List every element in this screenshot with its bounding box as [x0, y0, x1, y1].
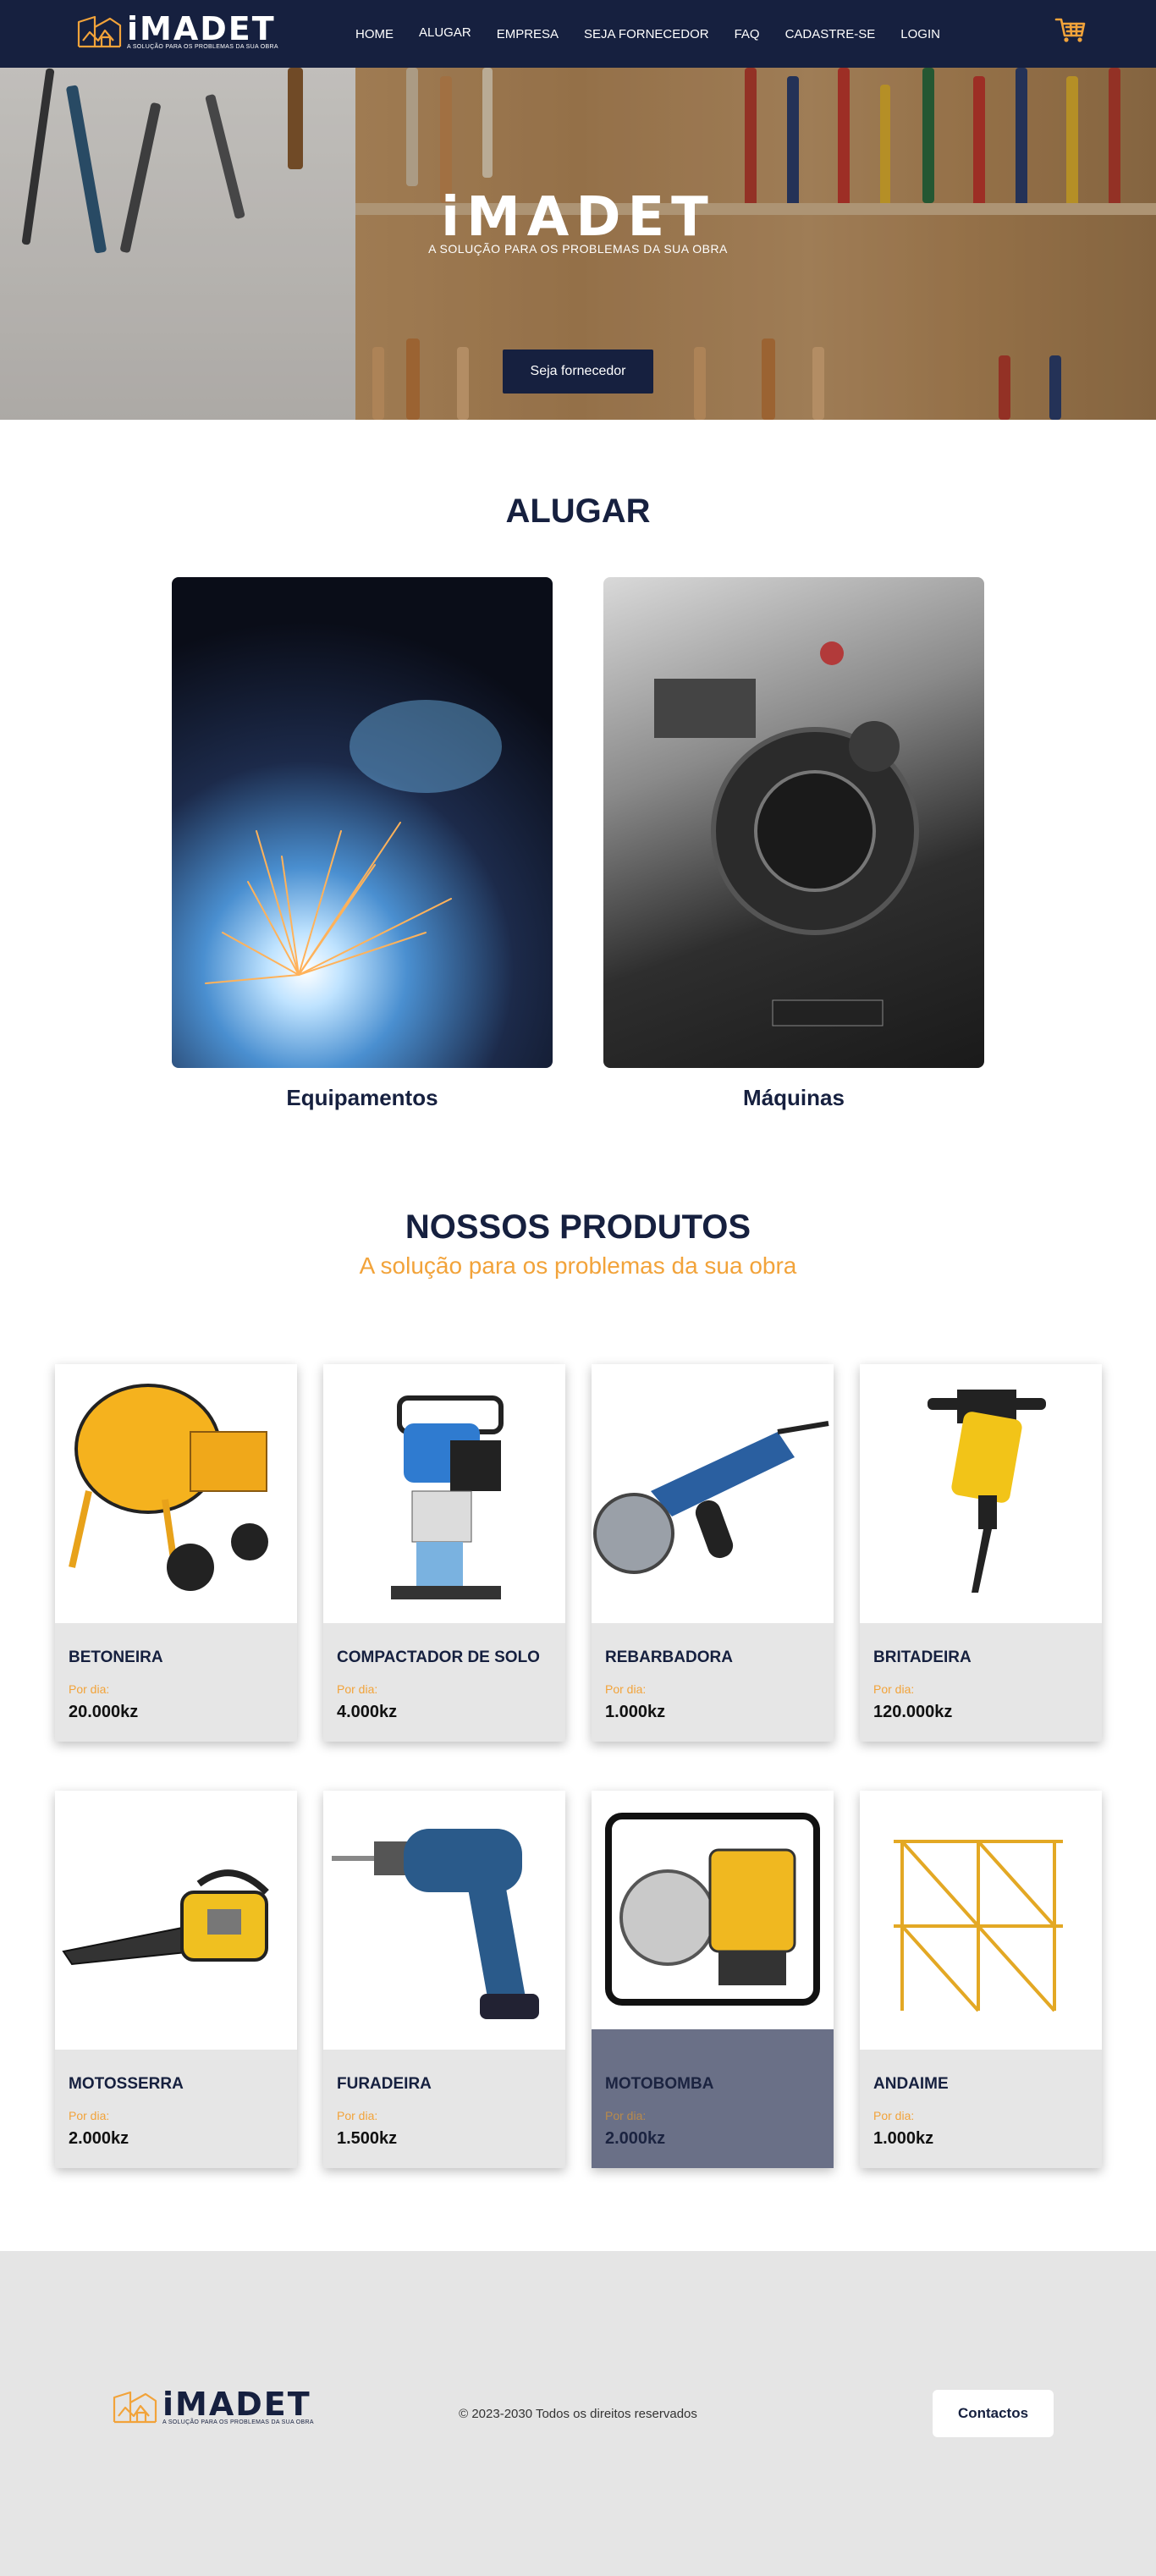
chainsaw-icon: [62, 1869, 269, 1966]
product-image: [323, 1364, 565, 1623]
seja-fornecedor-button[interactable]: Seja fornecedor: [503, 350, 653, 394]
nav-item-seja-fornecedor[interactable]: SEJA FORNECEDOR: [584, 27, 709, 41]
house-logo-icon: [77, 15, 122, 48]
product-price-label: Por dia:: [69, 1682, 110, 1696]
camera-machinery-illustration: [654, 641, 919, 1027]
jackhammer-icon: [928, 1390, 1046, 1593]
concrete-mixer-icon: [69, 1384, 268, 1591]
product-image: [55, 1791, 297, 2050]
product-price: 4.000kz: [337, 1703, 398, 1721]
product-price: 1.000kz: [873, 2129, 934, 2148]
rent-label-equipamentos[interactable]: Equipamentos: [172, 1085, 553, 1111]
product-image: [860, 1364, 1102, 1623]
rent-card-equipamentos[interactable]: [172, 577, 553, 1068]
rent-label-maquinas[interactable]: Máquinas: [603, 1085, 984, 1111]
product-name: BETONEIRA: [69, 1649, 163, 1666]
hero-title: iMADET: [441, 186, 715, 249]
product-price-label: Por dia:: [69, 2109, 110, 2122]
product-name: COMPACTADOR DE SOLO: [337, 1649, 540, 1666]
product-card-furadeira[interactable]: FURADEIRA Por dia: 1.500kz: [323, 1791, 565, 2168]
hero-tagline: A SOLUÇÃO PARA OS PROBLEMAS DA SUA OBRA: [428, 242, 728, 256]
product-price: 20.000kz: [69, 1703, 139, 1721]
product-price-label: Por dia:: [605, 2109, 647, 2122]
product-card-andaime[interactable]: ANDAIME Por dia: 1.000kz: [860, 1791, 1102, 2168]
scaffold-icon: [894, 1840, 1063, 2012]
brand-logo[interactable]: iMADET A SOLUÇÃO PARA OS PROBLEMAS DA SU…: [76, 10, 278, 50]
produtos-section-title: NOSSOS PRODUTOS: [405, 1208, 751, 1246]
main-nav: HOME ALUGAR EMPRESA SEJA FORNECEDOR FAQ …: [355, 0, 966, 68]
product-price-label: Por dia:: [605, 1682, 647, 1696]
product-price: 1.500kz: [337, 2129, 398, 2148]
product-price-label: Por dia:: [337, 2109, 378, 2122]
product-price: 2.000kz: [69, 2129, 129, 2148]
product-price-label: Por dia:: [873, 1682, 915, 1696]
hero-banner: iMADET A SOLUÇÃO PARA OS PROBLEMAS DA SU…: [0, 68, 1156, 420]
product-image: [860, 1791, 1102, 2050]
product-name: MOTOSSERRA: [69, 2075, 184, 2093]
product-name: ANDAIME: [873, 2075, 949, 2093]
product-name: BRITADEIRA: [873, 1649, 972, 1666]
product-price: 1.000kz: [605, 1703, 666, 1721]
product-card-motobomba[interactable]: MOTOBOMBA Por dia: 2.000kz: [592, 1791, 834, 2168]
nav-item-login[interactable]: LOGIN: [900, 27, 940, 41]
product-card-motosserra[interactable]: MOTOSSERRA Por dia: 2.000kz: [55, 1791, 297, 2168]
product-image: [592, 1364, 834, 1623]
product-image: [55, 1364, 297, 1623]
product-name: MOTOBOMBA: [605, 2075, 714, 2093]
rent-card-maquinas[interactable]: [603, 577, 984, 1068]
nav-item-alugar[interactable]: ALUGAR: [419, 25, 471, 40]
water-pump-icon: [605, 1813, 820, 2006]
product-card-betoneira[interactable]: BETONEIRA Por dia: 20.000kz: [55, 1364, 297, 1742]
product-card-britadeira[interactable]: BRITADEIRA Por dia: 120.000kz: [860, 1364, 1102, 1742]
product-price: 120.000kz: [873, 1703, 953, 1721]
product-card-compactador-de-solo[interactable]: COMPACTADOR DE SOLO Por dia: 4.000kz: [323, 1364, 565, 1742]
contactos-button[interactable]: Contactos: [933, 2390, 1054, 2437]
produtos-section-subtitle: A solução para os problemas da sua obra: [359, 1252, 797, 1279]
angle-grinder-icon: [593, 1421, 829, 1574]
product-name: FURADEIRA: [337, 2075, 432, 2093]
product-name: REBARBADORA: [605, 1649, 733, 1666]
nav-item-cadastre-se[interactable]: CADASTRE-SE: [785, 27, 876, 41]
product-price-label: Por dia:: [873, 2109, 915, 2122]
nav-item-empresa[interactable]: EMPRESA: [497, 27, 559, 41]
product-image: [323, 1791, 565, 2050]
welding-sparks-illustration: [205, 700, 502, 984]
product-price: 2.000kz: [605, 2129, 666, 2148]
brand-tagline: A SOLUÇÃO PARA OS PROBLEMAS DA SUA OBRA: [127, 44, 278, 50]
navbar: iMADET A SOLUÇÃO PARA OS PROBLEMAS DA SU…: [0, 0, 1156, 68]
shopping-cart-icon[interactable]: [1054, 17, 1087, 44]
nav-item-home[interactable]: HOME: [355, 27, 394, 41]
footer: iMADET A SOLUÇÃO PARA OS PROBLEMAS DA SU…: [0, 2251, 1156, 2576]
brand-wordmark: iMADET: [127, 10, 276, 47]
product-price-label: Por dia:: [337, 1682, 378, 1696]
nav-item-faq[interactable]: FAQ: [735, 27, 760, 41]
drill-icon: [332, 1829, 539, 2019]
alugar-section-title: ALUGAR: [505, 493, 651, 530]
soil-compactor-icon: [391, 1395, 504, 1599]
product-card-rebarbadora[interactable]: REBARBADORA Por dia: 1.000kz: [592, 1364, 834, 1742]
product-image: [592, 1791, 834, 2029]
